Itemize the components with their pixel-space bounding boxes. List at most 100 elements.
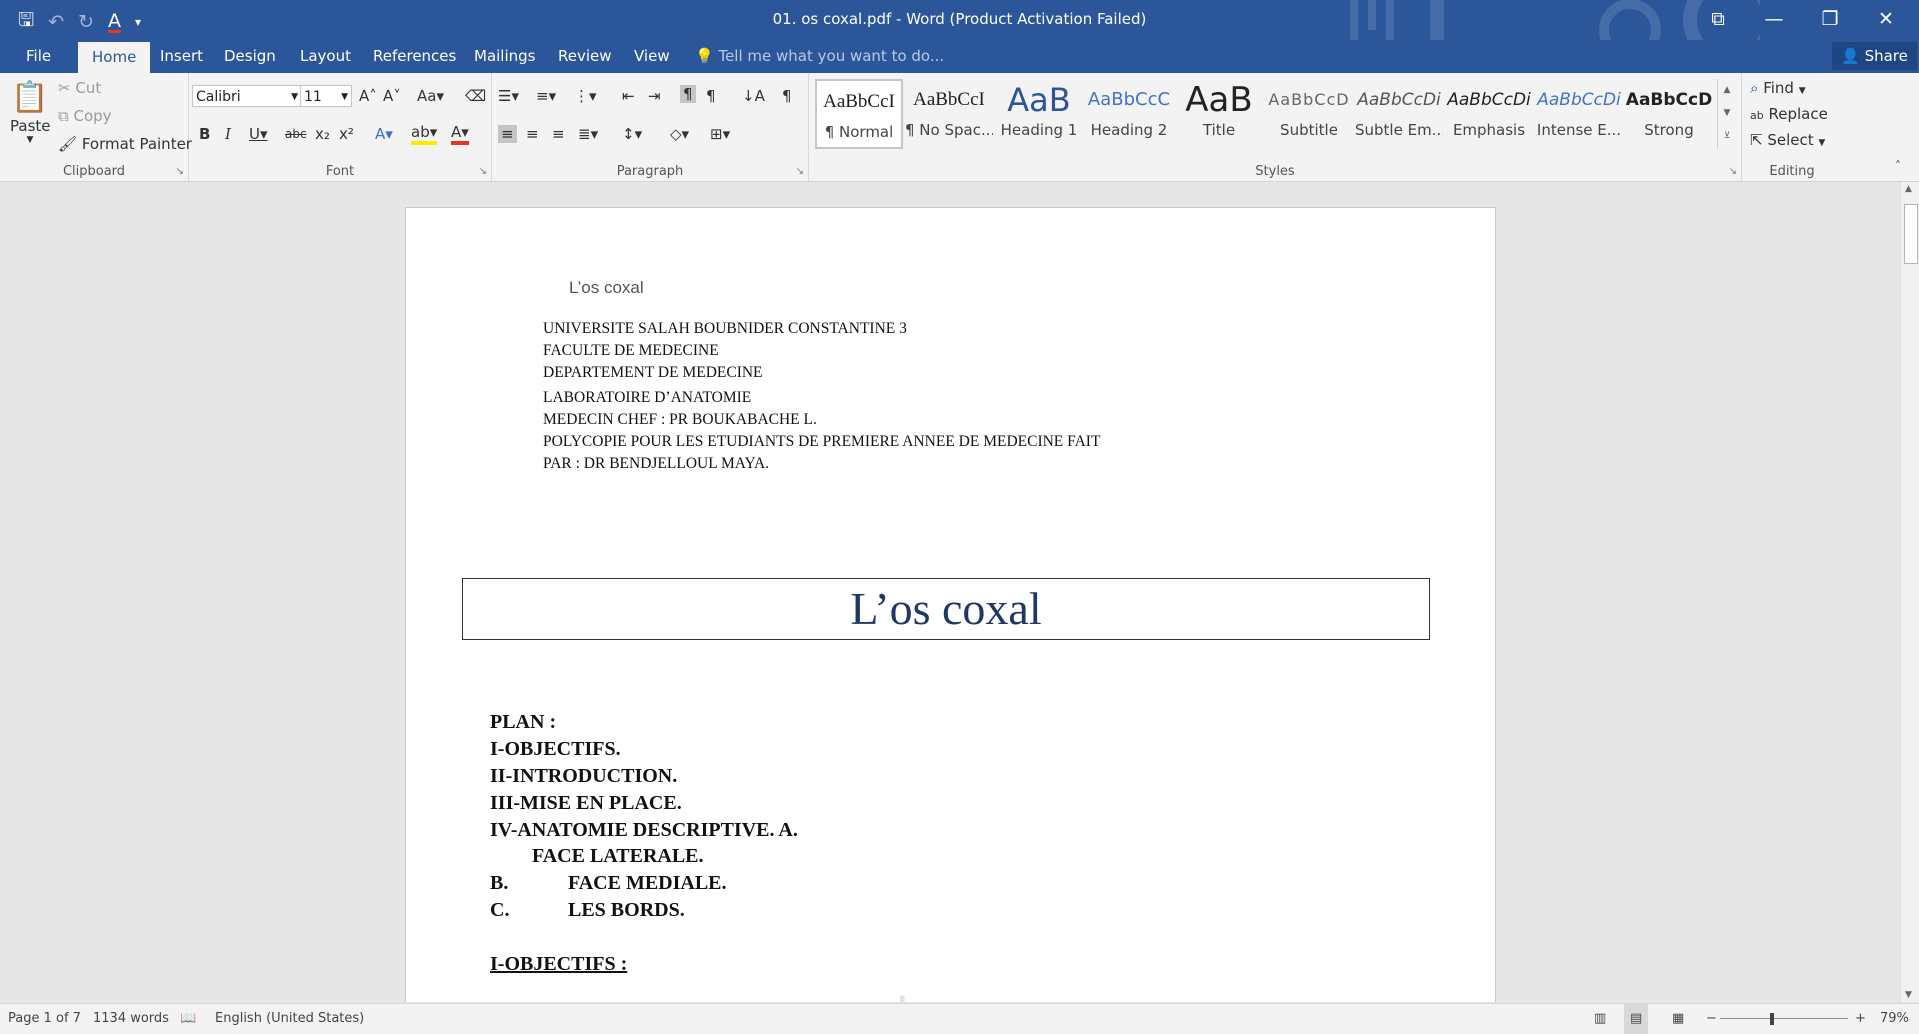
justify-icon[interactable]: ≣▾: [578, 125, 598, 143]
tab-file[interactable]: File: [12, 40, 65, 73]
style-heading-2[interactable]: AaBbCcC Heading 2: [1085, 79, 1173, 149]
font-size-combo[interactable]: 11 ▼: [300, 85, 352, 107]
tell-me-search[interactable]: 💡 Tell me what you want to do...: [695, 40, 944, 73]
style-name: Subtle Em...: [1355, 121, 1443, 139]
ribbon-display-options-icon[interactable]: ⧉: [1690, 4, 1746, 34]
bullets-icon[interactable]: ☰▾: [498, 87, 519, 105]
word-count[interactable]: 1134 words: [93, 1004, 169, 1034]
align-left-icon[interactable]: ≡: [498, 125, 517, 143]
cut-button[interactable]: ✂ Cut: [58, 79, 101, 97]
paste-button[interactable]: 📋 Paste ▼: [10, 79, 51, 145]
underline-icon[interactable]: U▾: [249, 125, 268, 143]
select-button[interactable]: ⇱ Select ▼: [1750, 131, 1825, 149]
minimize-icon[interactable]: —: [1746, 4, 1802, 34]
plan-line: C.: [490, 899, 510, 921]
style-heading-1[interactable]: AaB Heading 1: [995, 79, 1083, 149]
replace-label: Replace: [1768, 105, 1828, 123]
style-preview: AaBbCcD: [1268, 90, 1350, 109]
web-layout-icon[interactable]: ▦: [1672, 1004, 1684, 1034]
increase-indent-icon[interactable]: ⇥: [648, 87, 661, 105]
align-right-icon[interactable]: ≡: [552, 125, 565, 143]
style-emphasis[interactable]: AaBbCcDi Emphasis: [1445, 79, 1533, 149]
clipboard-group: 📋 Paste ▼ ✂ Cut ⧉ Copy 🖌 Format Painter …: [0, 73, 192, 181]
style-intense-emphasis[interactable]: AaBbCcDi Intense E...: [1535, 79, 1623, 149]
collapse-ribbon-icon[interactable]: ˄: [1895, 159, 1901, 173]
highlight-icon[interactable]: ab▾: [411, 123, 438, 145]
shrink-font-icon[interactable]: A˅: [383, 87, 401, 105]
ltr-icon[interactable]: ¶: [680, 85, 696, 103]
multilevel-list-icon[interactable]: ⋮▾: [574, 87, 597, 105]
plan-line: I-OBJECTIFS.: [490, 738, 621, 760]
borders-icon[interactable]: ⊞▾: [710, 125, 730, 143]
superscript-icon[interactable]: x²: [339, 125, 354, 143]
font-color-icon[interactable]: A▾: [451, 123, 469, 145]
read-mode-icon[interactable]: ▥: [1594, 1004, 1606, 1034]
rtl-icon[interactable]: ¶: [706, 87, 716, 105]
clear-formatting-icon[interactable]: ⌫: [465, 87, 486, 105]
decrease-indent-icon[interactable]: ⇤: [622, 87, 635, 105]
chevron-down-icon[interactable]: ▼: [1905, 990, 1912, 1000]
tab-references[interactable]: References: [359, 40, 470, 73]
zoom-out-icon[interactable]: −: [1706, 1004, 1717, 1034]
style-normal[interactable]: AaBbCcI ¶ Normal: [815, 79, 903, 149]
scrollbar-thumb[interactable]: [1904, 204, 1918, 264]
close-icon[interactable]: ✕: [1858, 4, 1914, 34]
italic-icon[interactable]: I: [225, 125, 231, 143]
proofing-icon[interactable]: 📖: [180, 1004, 196, 1034]
dialog-launcher-icon[interactable]: ↘: [1729, 166, 1737, 177]
vertical-scrollbar[interactable]: ▲ ▼: [1900, 182, 1919, 1002]
dialog-launcher-icon[interactable]: ↘: [176, 166, 184, 177]
chevron-up-icon[interactable]: ▲: [1905, 184, 1912, 194]
style-name: Emphasis: [1452, 121, 1526, 139]
line-spacing-icon[interactable]: ↕▾: [622, 125, 642, 143]
shading-icon[interactable]: ◇▾: [670, 125, 689, 143]
copy-icon: ⧉: [58, 107, 69, 125]
tab-insert[interactable]: Insert: [146, 40, 217, 73]
replace-button[interactable]: ab Replace: [1750, 105, 1828, 123]
grow-font-icon[interactable]: A˄: [359, 87, 377, 105]
restore-icon[interactable]: ❐: [1802, 4, 1858, 34]
zoom-in-icon[interactable]: +: [1855, 1004, 1866, 1034]
document-page[interactable]: L’os coxal UNIVERSITE SALAH BOUBNIDER CO…: [405, 207, 1496, 1002]
zoom-slider-track[interactable]: [1720, 1018, 1848, 1019]
chevron-down-icon[interactable]: ▼: [1718, 102, 1736, 125]
show-formatting-icon[interactable]: ¶: [782, 87, 792, 105]
chevron-up-icon[interactable]: ▲: [1718, 79, 1736, 102]
tab-view[interactable]: View: [620, 40, 684, 73]
style-title[interactable]: AaB Title: [1175, 79, 1263, 149]
dialog-launcher-icon[interactable]: ↘: [796, 166, 804, 177]
chevron-down-icon: ▼: [341, 92, 348, 102]
style-subtitle[interactable]: AaBbCcD Subtitle: [1265, 79, 1353, 149]
print-layout-icon[interactable]: ▤: [1624, 1004, 1649, 1034]
language-indicator[interactable]: English (United States): [215, 1004, 364, 1034]
styles-more-icon[interactable]: ⊻: [1718, 125, 1736, 148]
tab-mailings[interactable]: Mailings: [460, 40, 549, 73]
format-painter-button[interactable]: 🖌 Format Painter: [58, 135, 192, 153]
change-case-icon[interactable]: Aa▾: [417, 87, 444, 105]
zoom-level[interactable]: 79%: [1880, 1004, 1909, 1034]
style-strong[interactable]: AaBbCcD Strong: [1625, 79, 1713, 149]
style-no-spacing[interactable]: AaBbCcI ¶ No Spac...: [905, 79, 993, 149]
window-title: 01. os coxal.pdf - Word (Product Activat…: [772, 10, 1147, 28]
tab-layout[interactable]: Layout: [286, 40, 365, 73]
bold-icon[interactable]: B: [199, 125, 210, 143]
tab-design[interactable]: Design: [210, 40, 290, 73]
numbering-icon[interactable]: ≡▾: [536, 87, 556, 105]
align-center-icon[interactable]: ≡: [526, 125, 539, 143]
zoom-slider-thumb[interactable]: [1770, 1013, 1774, 1025]
text-effects-icon[interactable]: A▾: [375, 125, 393, 143]
dialog-launcher-icon[interactable]: ↘: [479, 166, 487, 177]
sort-icon[interactable]: ↓A: [742, 87, 765, 105]
chevron-down-icon: ▼: [26, 135, 34, 145]
share-button[interactable]: 👤 Share: [1832, 42, 1917, 70]
copy-button[interactable]: ⧉ Copy: [58, 107, 112, 125]
style-name: Strong: [1644, 121, 1694, 139]
style-subtle-emphasis[interactable]: AaBbCcDi Subtle Em...: [1355, 79, 1443, 149]
strikethrough-icon[interactable]: abc: [285, 127, 307, 141]
font-name-combo[interactable]: Calibri ▼: [192, 85, 302, 107]
tab-review[interactable]: Review: [544, 40, 626, 73]
subscript-icon[interactable]: x₂: [315, 125, 330, 143]
find-button[interactable]: ⌕ Find ▼: [1750, 79, 1806, 97]
tab-home[interactable]: Home: [78, 42, 151, 73]
page-count[interactable]: Page 1 of 7: [8, 1004, 81, 1034]
